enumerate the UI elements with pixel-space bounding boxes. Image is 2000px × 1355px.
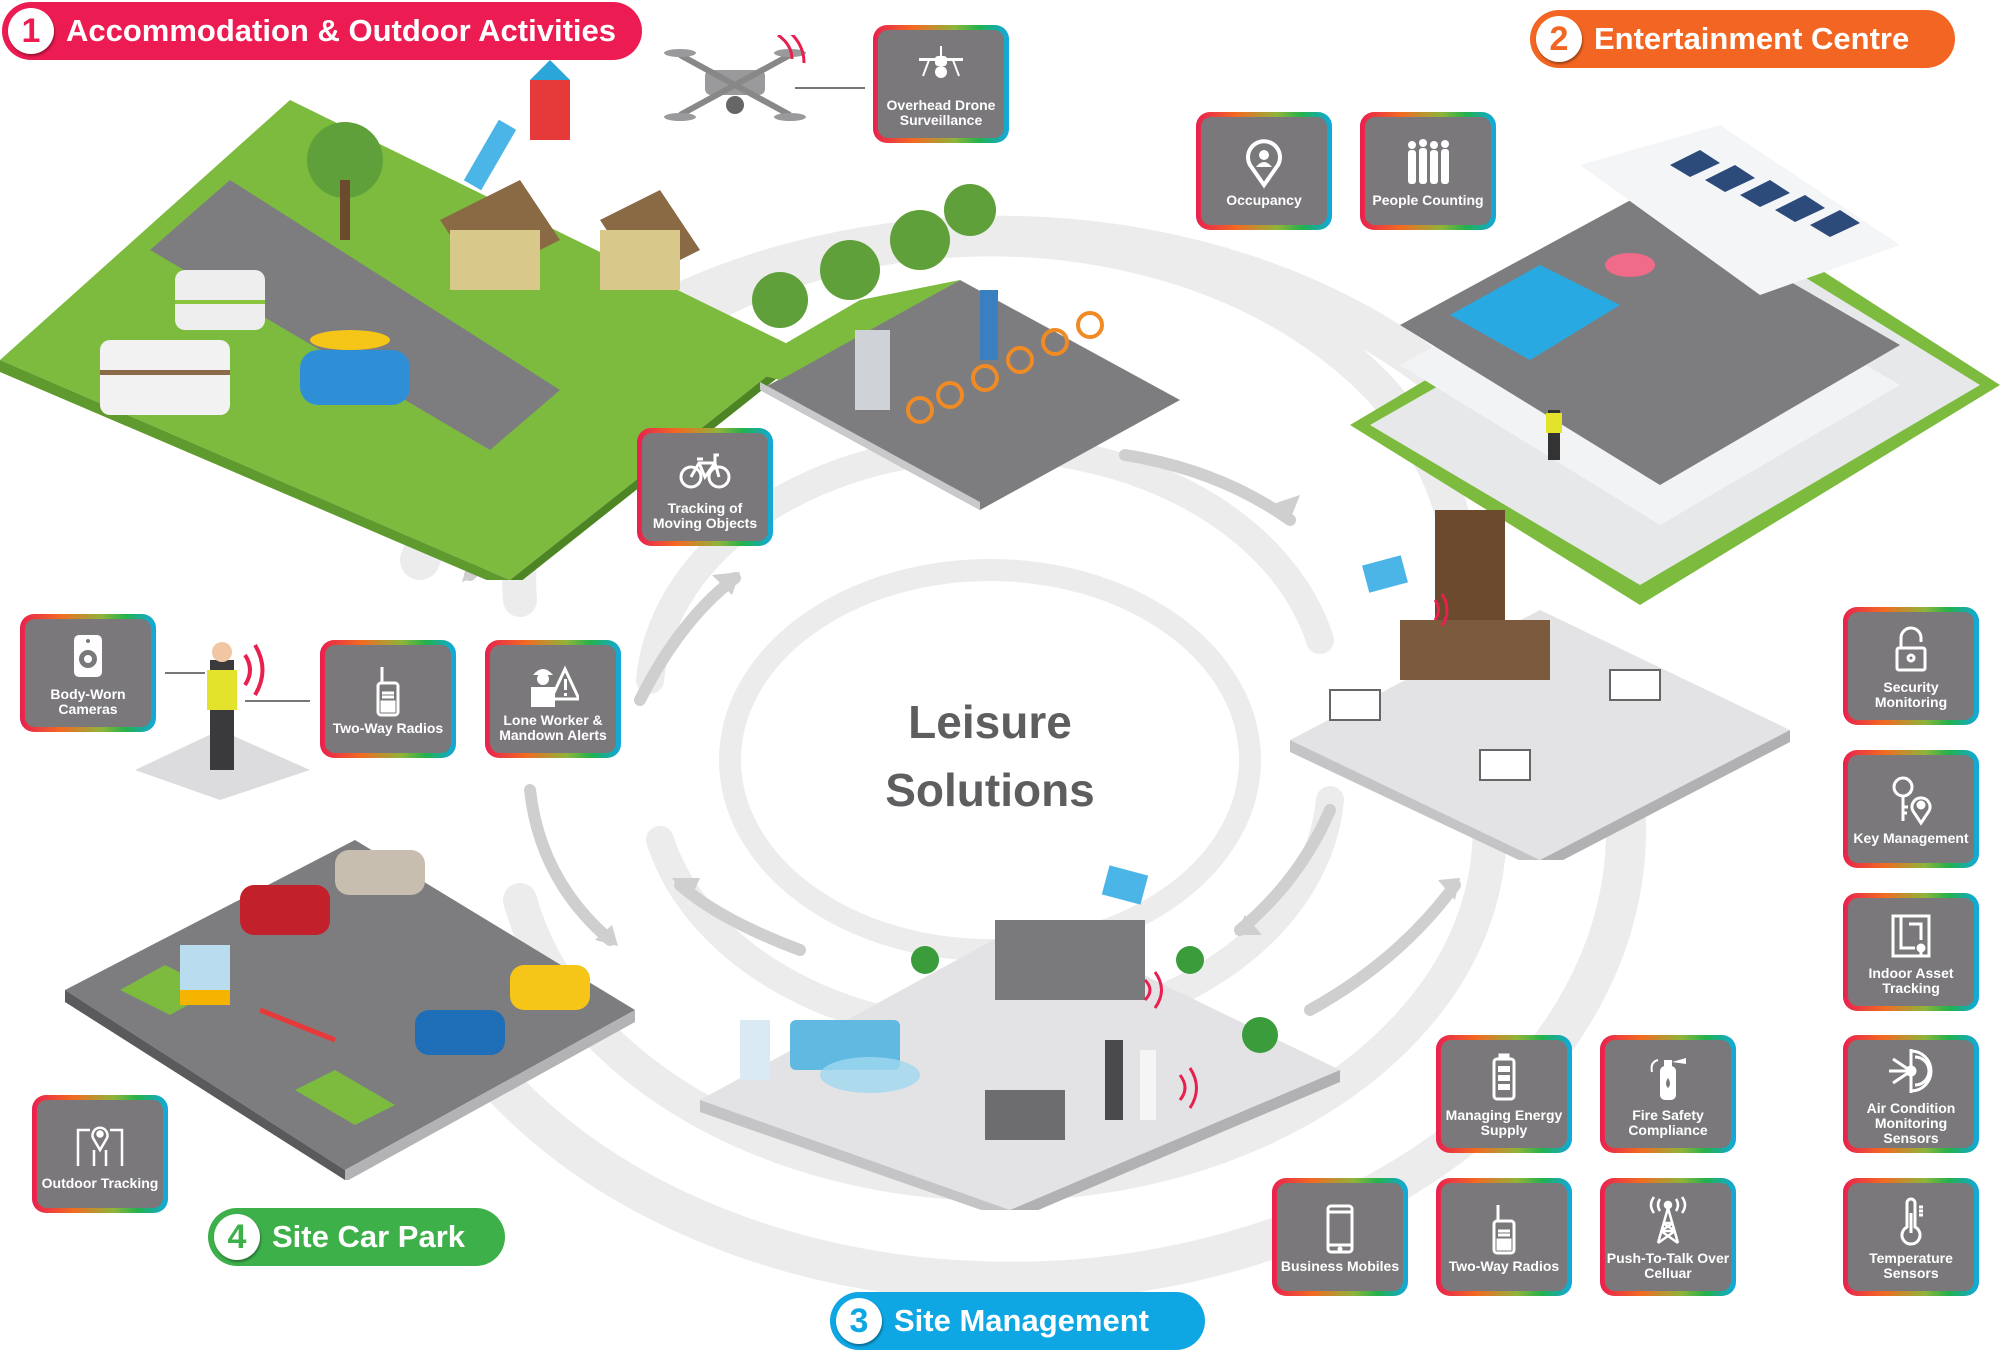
bicycle-icon — [679, 453, 731, 489]
tile-energy-supply: Managing Energy Supply — [1436, 1035, 1572, 1153]
radio-connector — [245, 700, 310, 702]
outdoor-location-icon — [76, 1126, 124, 1166]
tile-label-people-counting: People Counting — [1372, 191, 1484, 208]
tile-label-ptt: Push-To-Talk Over Celluar — [1606, 1250, 1730, 1281]
section-label-site-management: Site Management — [894, 1303, 1149, 1338]
tile-lone-worker: Lone Worker & Mandown Alerts — [485, 640, 621, 758]
section-pill-car-park: 4 Site Car Park — [208, 1208, 505, 1266]
title-line-2: Solutions — [885, 764, 1095, 816]
tile-two-way-radios-2: Two-Way Radios — [1436, 1178, 1572, 1296]
wall-tv — [1101, 865, 1149, 905]
tile-two-way-radios-1: Two-Way Radios — [320, 640, 456, 758]
tile-label-air-condition: Air Condition Monitoring Sensors — [1866, 1099, 1956, 1146]
title-line-1: Leisure — [908, 696, 1072, 748]
section-number-4: 4 — [214, 1214, 260, 1260]
tv-screen — [1362, 555, 1408, 593]
tile-label-fire-safety: Fire Safety Compliance — [1628, 1107, 1708, 1138]
tile-label-drone: Overhead Drone Surveillance — [886, 97, 996, 128]
tile-label-energy: Managing Energy Supply — [1445, 1107, 1563, 1138]
bar-counter — [1400, 620, 1550, 680]
bar-scene — [1290, 510, 1790, 860]
section-pill-accommodation: 1 Accommodation & Outdoor Activities — [2, 2, 642, 60]
reception-desk — [995, 920, 1145, 1000]
section-label-accommodation: Accommodation & Outdoor Activities — [65, 13, 616, 48]
bike-station-scene — [740, 184, 1180, 510]
workstation — [985, 1090, 1065, 1140]
padlock-icon — [1895, 626, 1927, 672]
section-number-3: 3 — [836, 1298, 882, 1344]
tile-label-lone-worker: Lone Worker & Mandown Alerts — [499, 712, 607, 743]
tile-label-two-way-radios-2: Two-Way Radios — [1448, 1257, 1560, 1274]
drone-graphic — [664, 35, 806, 121]
snowflake-fan-icon — [1889, 1048, 1933, 1093]
drone-icon — [919, 46, 963, 78]
section-label-car-park: Site Car Park — [272, 1219, 465, 1254]
section-pill-entertainment: 2 Entertainment Centre — [1530, 10, 1955, 68]
tile-outdoor-tracking: Outdoor Tracking — [32, 1095, 168, 1213]
tile-push-to-talk: Push-To-Talk Over Celluar — [1600, 1178, 1736, 1296]
tile-label-body-cameras: Body-Worn Cameras — [50, 686, 126, 717]
tile-label-business-mobiles: Business Mobiles — [1280, 1257, 1400, 1274]
payment-terminal — [980, 290, 998, 360]
tile-people-counting: People Counting — [1360, 112, 1496, 230]
guard-scene — [135, 642, 310, 800]
fire-extinguisher-icon — [1650, 1058, 1686, 1100]
tile-label-moving-objects: Tracking of Moving Objects — [652, 500, 758, 531]
smartphone-icon — [1326, 1204, 1354, 1253]
tile-label-temperature: Temperature Sensors — [1869, 1250, 1953, 1281]
motorhome — [100, 340, 230, 415]
tile-drone-surveillance: Overhead Drone Surveillance — [873, 25, 1009, 143]
tile-security-monitoring: Security Monitoring — [1843, 607, 1979, 725]
beige-car — [335, 850, 425, 895]
caravan — [175, 270, 265, 330]
tile-label-key-management: Key Management — [1853, 829, 1969, 846]
tile-air-condition: Air Condition Monitoring Sensors — [1843, 1035, 1979, 1153]
section-number-1: 1 — [8, 8, 54, 54]
kiosk — [855, 330, 890, 410]
office-scene — [700, 865, 1340, 1210]
floorplan-icon — [1891, 914, 1931, 958]
coffee-table — [820, 1057, 920, 1093]
red-car — [240, 885, 330, 935]
camera-connector — [165, 672, 205, 674]
blue-car — [415, 1010, 505, 1055]
worker-warning-icon — [531, 665, 579, 707]
key-location-icon — [1892, 776, 1932, 826]
tile-body-cameras: Body-Worn Cameras — [20, 614, 156, 732]
section-pill-site-management: 3 Site Management — [830, 1292, 1205, 1350]
tile-label-occupancy: Occupancy — [1226, 191, 1302, 208]
diagram-title: Leisure Solutions — [860, 688, 1120, 824]
section-number-2: 2 — [1536, 16, 1582, 62]
tile-label-indoor-asset: Indoor Asset Tracking — [1868, 965, 1954, 996]
tile-occupancy: Occupancy — [1196, 112, 1332, 230]
tile-temperature: Temperature Sensors — [1843, 1178, 1979, 1296]
playground — [463, 60, 570, 191]
cabin-2 — [600, 190, 700, 290]
radio-icon — [376, 666, 400, 716]
thermometer-icon — [1900, 1197, 1923, 1246]
tile-label-security: Security Monitoring — [1874, 679, 1948, 710]
location-person-icon — [1246, 138, 1282, 188]
section-label-entertainment: Entertainment Centre — [1594, 21, 1910, 56]
battery-icon — [1492, 1053, 1516, 1101]
people-icon — [1408, 138, 1449, 184]
drone-connector — [795, 87, 865, 89]
tile-business-mobiles: Business Mobiles — [1272, 1178, 1408, 1296]
yellow-car — [510, 965, 590, 1010]
umbrella — [1605, 253, 1655, 277]
tile-indoor-asset: Indoor Asset Tracking — [1843, 893, 1979, 1011]
water-cooler — [740, 1020, 770, 1080]
tile-fire-safety: Fire Safety Compliance — [1600, 1035, 1736, 1153]
tile-moving-objects: Tracking of Moving Objects — [637, 428, 773, 546]
cell-tower-icon — [1649, 1196, 1687, 1245]
tile-label-outdoor-tracking: Outdoor Tracking — [41, 1174, 159, 1191]
body-camera-icon — [74, 635, 102, 677]
radio-icon — [1492, 1204, 1516, 1254]
tile-label-two-way-radios-1: Two-Way Radios — [332, 719, 444, 736]
tile-key-management: Key Management — [1843, 750, 1979, 868]
